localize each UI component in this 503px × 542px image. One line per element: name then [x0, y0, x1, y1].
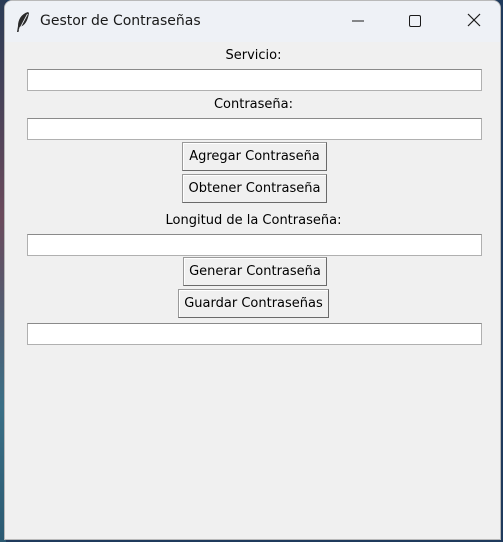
- close-icon: [467, 12, 481, 31]
- maximize-icon: [409, 12, 421, 31]
- client-area: Servicio: Contraseña: Agregar Contraseña…: [5, 42, 500, 539]
- length-label: Longitud de la Contraseña:: [165, 213, 342, 228]
- feather-icon: [15, 11, 31, 33]
- generate-password-button[interactable]: Generar Contraseña: [183, 257, 327, 286]
- service-label: Servicio:: [225, 48, 282, 63]
- password-label: Contraseña:: [213, 97, 294, 112]
- password-input[interactable]: [27, 118, 482, 140]
- length-input[interactable]: [27, 234, 482, 256]
- output-field[interactable]: [27, 323, 482, 345]
- maximize-button[interactable]: [392, 1, 438, 42]
- window-title: Gestor de Contraseñas: [40, 13, 201, 29]
- minimize-icon: [352, 12, 364, 31]
- save-passwords-button[interactable]: Guardar Contraseñas: [178, 289, 329, 318]
- close-button[interactable]: [451, 1, 497, 42]
- add-password-button[interactable]: Agregar Contraseña: [182, 142, 327, 171]
- app-window: Gestor de Contraseñas Servicio: Contrase…: [4, 0, 501, 540]
- service-input[interactable]: [27, 69, 482, 91]
- minimize-button[interactable]: [335, 1, 381, 42]
- title-bar[interactable]: Gestor de Contraseñas: [5, 1, 500, 42]
- get-password-button[interactable]: Obtener Contraseña: [182, 174, 327, 203]
